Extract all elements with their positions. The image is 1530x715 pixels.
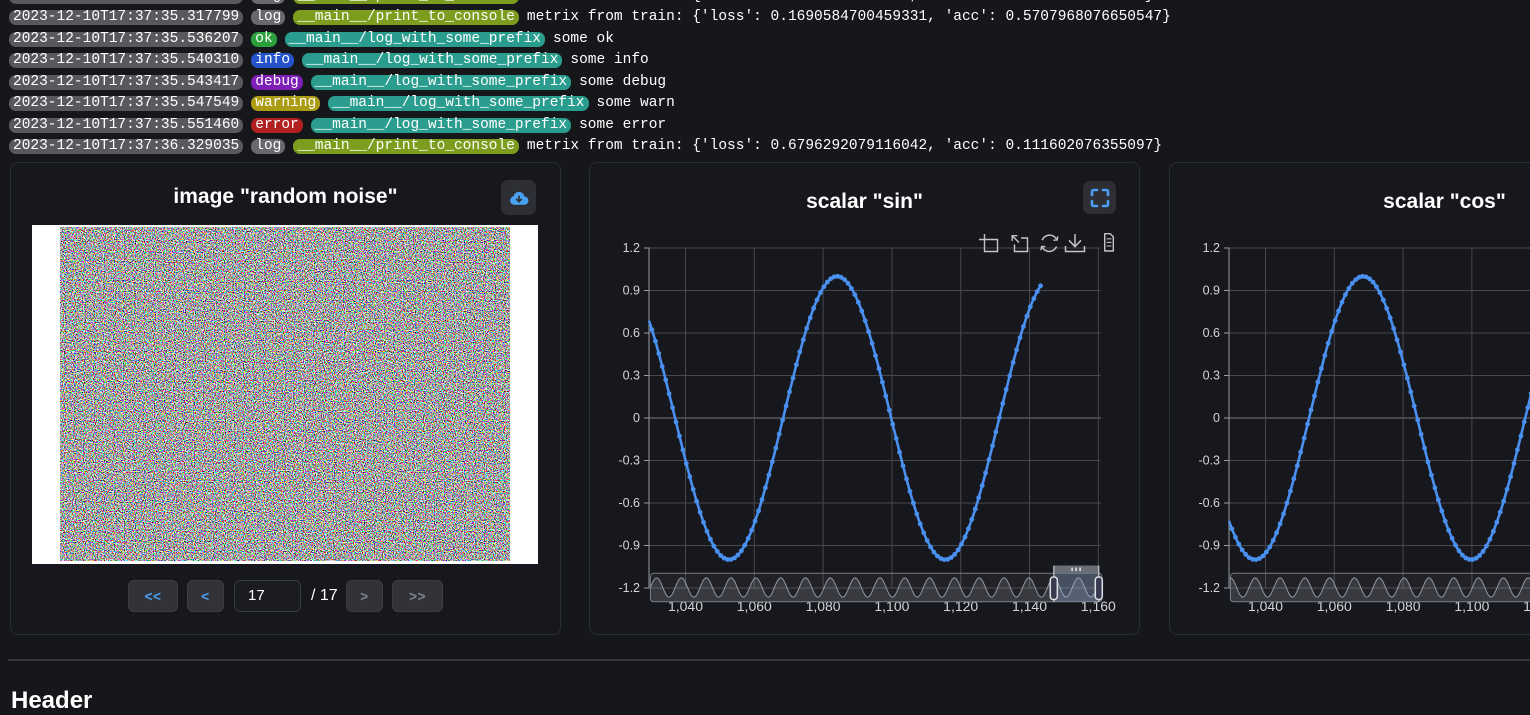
svg-text:-0.9: -0.9 (1198, 539, 1220, 553)
svg-text:-0.3: -0.3 (1198, 454, 1220, 468)
svg-text:0.6: 0.6 (623, 326, 640, 340)
svg-text:-1.2: -1.2 (1198, 581, 1220, 595)
svg-text:-0.6: -0.6 (1198, 496, 1220, 510)
svg-text:0.9: 0.9 (1203, 284, 1220, 298)
svg-text:-0.9: -0.9 (618, 539, 640, 553)
svg-text:0.3: 0.3 (1203, 369, 1220, 383)
svg-text:0.9: 0.9 (623, 284, 640, 298)
svg-text:-0.6: -0.6 (618, 496, 640, 510)
svg-text:0.3: 0.3 (623, 369, 640, 383)
svg-text:0: 0 (1213, 411, 1220, 425)
svg-text:1.2: 1.2 (1203, 241, 1220, 255)
svg-text:0.6: 0.6 (1203, 326, 1220, 340)
svg-text:-0.3: -0.3 (618, 454, 640, 468)
svg-text:1.2: 1.2 (623, 241, 640, 255)
svg-text:0: 0 (633, 411, 640, 425)
svg-text:-1.2: -1.2 (618, 581, 640, 595)
